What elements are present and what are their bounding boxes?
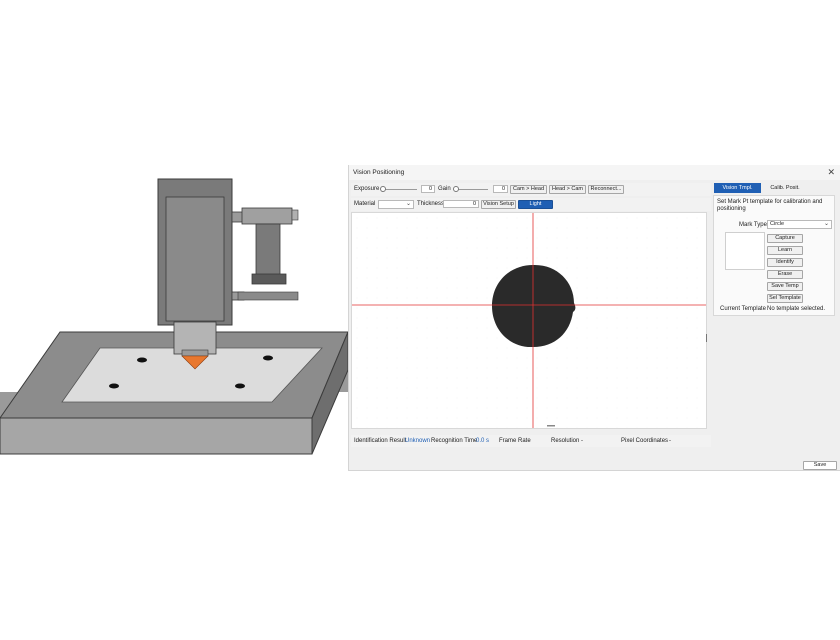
- template-panel: Set Mark Pt template for calibration and…: [713, 195, 835, 316]
- gain-slider[interactable]: [454, 189, 488, 190]
- select-template-button[interactable]: Sel Template: [767, 294, 803, 303]
- resize-grip-icon[interactable]: [706, 334, 707, 342]
- camera-image: [352, 213, 708, 428]
- tab-vision-template[interactable]: Vision Tmpl.: [714, 183, 761, 193]
- pixel-coordinates-label: Pixel Coordinates: [621, 438, 669, 444]
- exposure-slider[interactable]: [381, 189, 417, 190]
- save-button[interactable]: Save: [803, 461, 837, 470]
- erase-button[interactable]: Erase: [767, 270, 803, 279]
- panel-description: Set Mark Pt template for calibration and…: [717, 199, 823, 212]
- recognition-label: Recognition Time: [431, 438, 478, 444]
- resolution-label: Resolution: [551, 438, 580, 444]
- mark-type-select[interactable]: Circle ⌄: [767, 220, 832, 229]
- recognition-value: 0.0 s: [476, 438, 490, 444]
- save-template-button[interactable]: Save Temp: [767, 282, 803, 291]
- frame-rate-value: -: [528, 438, 530, 444]
- chevron-down-icon: ⌄: [405, 201, 411, 207]
- exposure-label: Exposure: [354, 186, 380, 192]
- gain-label: Gain: [438, 186, 451, 192]
- window-title: Vision Positioning: [353, 169, 405, 176]
- material-label: Material: [354, 201, 376, 207]
- chevron-down-icon: ⌄: [823, 221, 829, 227]
- exposure-input[interactable]: 0: [421, 185, 435, 193]
- resolution-value: -: [581, 438, 583, 444]
- status-bar: Identification Result Unknown Recognitio…: [351, 435, 711, 447]
- camera-toolbar: Exposure 0 Gain 0 Cam > Head Head > Cam …: [351, 183, 711, 196]
- cam-to-head-button[interactable]: Cam > Head: [510, 185, 547, 194]
- gain-input[interactable]: 0: [493, 185, 508, 193]
- mark-type-label: Mark Type: [739, 222, 767, 228]
- frame-rate-label: Frame Rate: [499, 438, 531, 444]
- material-select[interactable]: ⌄: [378, 200, 414, 209]
- template-preview: [725, 232, 765, 270]
- vision-setup-button[interactable]: Vision Setup: [481, 200, 516, 209]
- capture-button[interactable]: Capture: [767, 234, 803, 243]
- material-toolbar: Material ⌄ Thickness 0 Vision Setup Ligh…: [351, 198, 711, 211]
- thickness-input[interactable]: 0: [443, 200, 479, 208]
- exposure-slider-handle[interactable]: [380, 186, 386, 192]
- camera-view[interactable]: [351, 212, 708, 429]
- vision-positioning-window: Vision Positioning ✕ Exposure 0 Gain 0 C…: [348, 165, 840, 471]
- current-template-label: Current Template: [720, 306, 766, 312]
- pixel-coordinates-value: -: [669, 438, 671, 444]
- learn-button[interactable]: Learn: [767, 246, 803, 255]
- machine-illustration: [0, 178, 349, 455]
- gain-slider-handle[interactable]: [453, 186, 459, 192]
- tab-calibration-position[interactable]: Calib. Posit.: [763, 183, 807, 193]
- current-template-value: No template selected.: [767, 306, 826, 312]
- identification-label: Identification Result: [354, 438, 407, 444]
- close-icon[interactable]: ✕: [827, 167, 835, 178]
- resize-grip-icon[interactable]: [547, 425, 555, 427]
- identify-button[interactable]: Identify: [767, 258, 803, 267]
- identification-value: Unknown: [405, 438, 431, 444]
- head-to-cam-button[interactable]: Head > Cam: [549, 185, 586, 194]
- light-button[interactable]: Light: [518, 200, 553, 209]
- reconnect-button[interactable]: Reconnect...: [588, 185, 624, 194]
- mark-type-value: Circle: [770, 221, 785, 227]
- title-bar: Vision Positioning ✕: [349, 165, 840, 180]
- thickness-label: Thickness: [417, 201, 445, 207]
